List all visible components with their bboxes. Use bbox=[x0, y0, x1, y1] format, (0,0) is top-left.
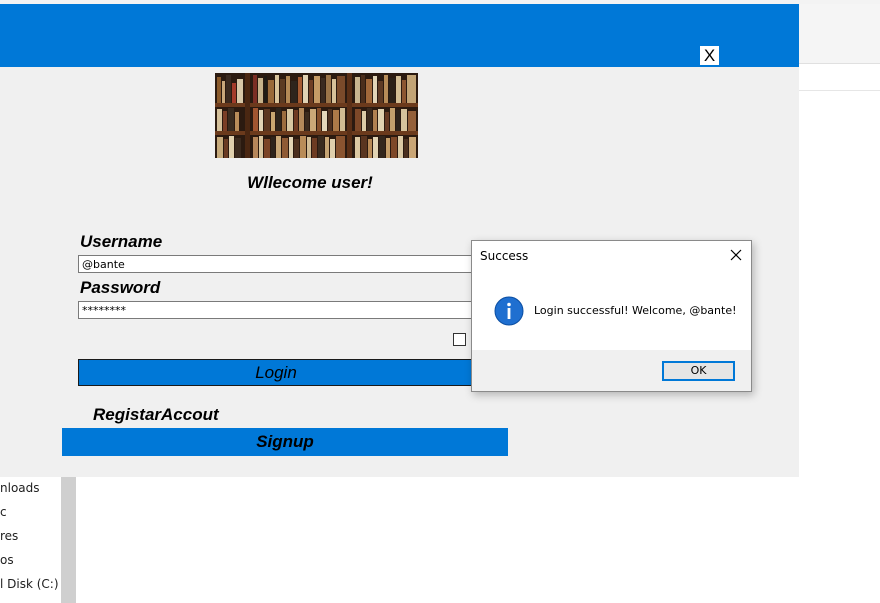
explorer-ribbon-area bbox=[799, 4, 880, 64]
password-label: Password bbox=[80, 278, 161, 297]
explorer-nav-downloads[interactable]: nloads bbox=[0, 481, 40, 495]
explorer-nav-videos[interactable]: os bbox=[0, 553, 14, 567]
explorer-divider bbox=[799, 90, 880, 91]
explorer-nav-pictures[interactable]: res bbox=[0, 529, 18, 543]
dialog-title: Success bbox=[480, 249, 529, 263]
explorer-nav-music[interactable]: c bbox=[0, 505, 7, 519]
bookshelf-illustration bbox=[215, 73, 418, 158]
dialog-close-icon[interactable] bbox=[728, 247, 744, 263]
app-header bbox=[0, 4, 799, 67]
password-input[interactable]: ******** bbox=[78, 301, 474, 319]
explorer-sidebar-scrollbar[interactable] bbox=[61, 477, 76, 603]
register-account-label: RegistarAccout bbox=[93, 405, 219, 424]
show-password-checkbox[interactable] bbox=[453, 333, 466, 346]
ok-button[interactable]: OK bbox=[662, 361, 735, 381]
explorer-nav-local-disk[interactable]: l Disk (C:) bbox=[0, 577, 59, 591]
username-input[interactable]: @bante bbox=[78, 255, 474, 273]
info-icon bbox=[494, 296, 524, 326]
login-button[interactable]: Login bbox=[78, 359, 474, 386]
close-button[interactable]: X bbox=[700, 46, 719, 65]
dialog-message: Login successful! Welcome, @bante! bbox=[534, 304, 737, 317]
welcome-heading: Wllecome user! bbox=[247, 173, 373, 192]
signup-button[interactable]: Signup bbox=[62, 428, 508, 456]
success-dialog: Success Login successful! Welcome, @bant… bbox=[471, 240, 752, 392]
username-label: Username bbox=[80, 232, 163, 251]
bookshelf-banner-image bbox=[215, 73, 418, 158]
